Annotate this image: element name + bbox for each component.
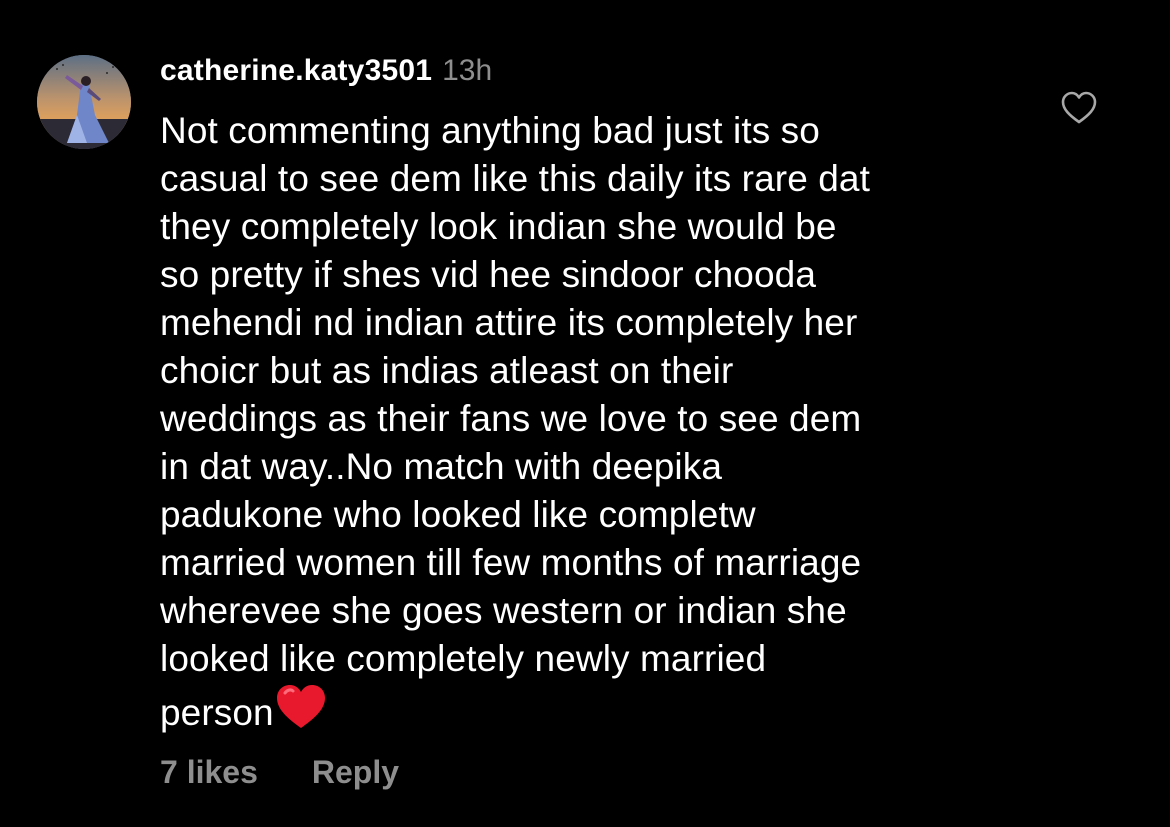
comment-footer: 7 likes Reply — [160, 754, 399, 791]
comment-header: catherine.katy3501 13h — [160, 54, 492, 94]
red-heart-emoji-icon — [275, 683, 327, 743]
like-button[interactable] — [1060, 90, 1098, 126]
username[interactable]: catherine.katy3501 — [160, 54, 432, 88]
comment-body: Not commenting anything bad just its so … — [160, 110, 870, 733]
user-avatar[interactable] — [37, 55, 131, 149]
timestamp: 13h — [442, 54, 493, 87]
avatar-image — [37, 55, 131, 149]
comment: catherine.katy3501 13h Not commenting an… — [0, 0, 1170, 827]
comment-text: Not commenting anything bad just its so … — [160, 107, 1030, 743]
likes-count-link[interactable]: 7 likes — [160, 754, 258, 791]
reply-button[interactable]: Reply — [312, 754, 399, 791]
heart-outline-icon — [1061, 91, 1097, 124]
